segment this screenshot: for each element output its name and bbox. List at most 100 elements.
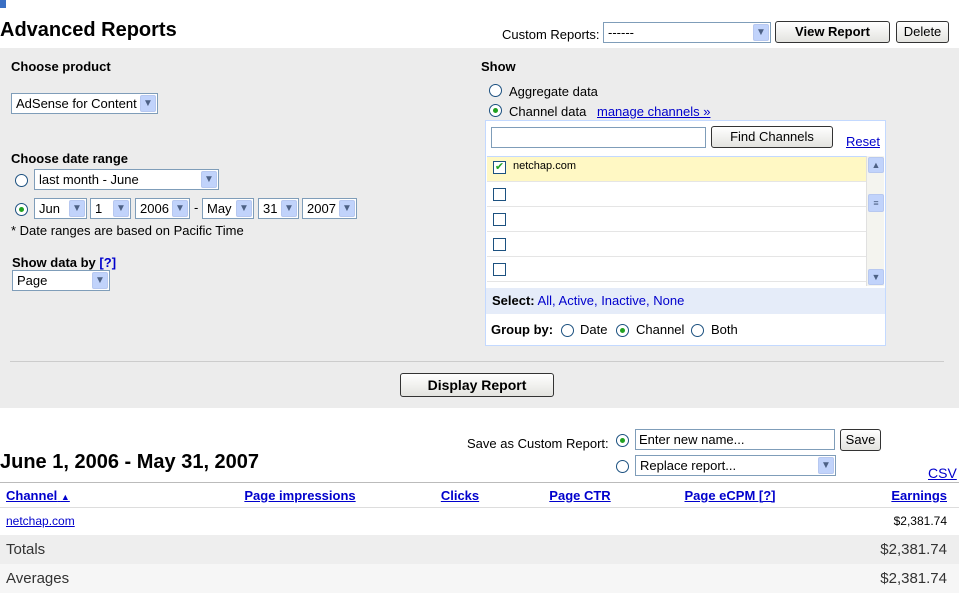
- end-month-value: May: [207, 201, 232, 216]
- custom-reports-select[interactable]: ------ ▼: [603, 22, 771, 43]
- chevron-down-icon: ▼: [113, 200, 129, 217]
- channel-search-input[interactable]: [491, 127, 706, 148]
- preset-date-select[interactable]: last month - June ▼: [34, 169, 219, 190]
- page-ctr-column-header[interactable]: Page CTR: [520, 482, 640, 508]
- report-date-range-title: June 1, 2006 - May 31, 2007: [0, 451, 260, 473]
- choose-product-heading: Choose product: [11, 59, 111, 74]
- clicks-column-header[interactable]: Clicks: [400, 482, 520, 508]
- checkbox[interactable]: [493, 263, 506, 276]
- new-report-name-input[interactable]: Enter new name...: [635, 429, 835, 450]
- list-item[interactable]: ✔ netchap.com: [487, 157, 866, 182]
- end-day-value: 31: [263, 201, 278, 216]
- start-month-select[interactable]: Jun ▼: [34, 198, 87, 219]
- chevron-down-icon: ▼: [753, 24, 769, 41]
- channel-data-radio[interactable]: [489, 104, 502, 117]
- show-heading: Show: [481, 59, 516, 74]
- group-channel-radio[interactable]: [616, 324, 629, 337]
- page-title: Advanced Reports: [0, 19, 177, 41]
- row-earnings: $2,381.74: [893, 514, 947, 529]
- channel-list-scrollbar[interactable]: ▲ ≡ ▼: [866, 156, 884, 286]
- date-range-heading: Choose date range: [11, 151, 129, 166]
- replace-report-value: Replace report...: [640, 458, 737, 473]
- save-new-radio[interactable]: [616, 434, 629, 447]
- table-row: netchap.com $2,381.74: [0, 508, 959, 535]
- end-month-select[interactable]: May ▼: [202, 198, 254, 219]
- group-date-label: Date: [580, 322, 608, 337]
- save-custom-report-label: Save as Custom Report:: [467, 436, 609, 451]
- end-day-select[interactable]: 31 ▼: [258, 198, 299, 219]
- list-item[interactable]: [487, 182, 866, 207]
- scroll-up-icon[interactable]: ▲: [868, 157, 884, 173]
- display-report-button[interactable]: Display Report: [400, 373, 554, 397]
- product-select[interactable]: AdSense for Content ▼: [11, 93, 158, 114]
- aggregate-data-label: Aggregate data: [509, 84, 598, 99]
- chevron-down-icon: ▼: [69, 200, 85, 217]
- page-impressions-column-header[interactable]: Page impressions: [200, 482, 400, 508]
- reset-link[interactable]: Reset: [846, 134, 880, 149]
- date-separator: -: [194, 200, 199, 215]
- checkbox[interactable]: [493, 188, 506, 201]
- show-data-by-select[interactable]: Page ▼: [12, 270, 110, 291]
- earnings-column-header[interactable]: Earnings: [820, 482, 959, 508]
- find-channels-button[interactable]: Find Channels: [711, 126, 833, 148]
- start-year-value: 2006: [140, 201, 169, 216]
- chevron-down-icon: ▼: [140, 95, 156, 112]
- group-channel-label: Channel: [636, 322, 685, 337]
- list-item[interactable]: [487, 207, 866, 232]
- product-value: AdSense for Content: [16, 96, 137, 111]
- csv-export-link[interactable]: CSV: [928, 465, 957, 481]
- select-bar: Select: All, Active, Inactive, None: [486, 288, 885, 314]
- save-button[interactable]: Save: [840, 429, 881, 451]
- custom-reports-value: ------: [608, 25, 634, 40]
- start-day-value: 1: [95, 201, 103, 216]
- start-month-value: Jun: [39, 201, 60, 216]
- group-date-radio[interactable]: [561, 324, 574, 337]
- date-range-note: * Date ranges are based on Pacific Time: [11, 223, 244, 238]
- channel-link[interactable]: netchap.com: [6, 514, 75, 528]
- start-day-select[interactable]: 1 ▼: [90, 198, 131, 219]
- show-data-by-label: Show data by: [12, 255, 96, 270]
- averages-label: Averages: [0, 563, 200, 593]
- chevron-down-icon: ▼: [172, 200, 188, 217]
- list-item[interactable]: [487, 232, 866, 257]
- replace-report-select[interactable]: Replace report... ▼: [635, 455, 836, 476]
- show-data-by-help-link[interactable]: [?]: [99, 255, 116, 270]
- end-year-select[interactable]: 2007 ▼: [302, 198, 357, 219]
- select-inactive-link[interactable]: Inactive: [601, 293, 646, 308]
- delete-button[interactable]: Delete: [896, 21, 949, 43]
- averages-earnings: $2,381.74: [820, 563, 959, 593]
- chevron-down-icon: ▼: [818, 457, 834, 474]
- scroll-down-icon[interactable]: ▼: [868, 269, 884, 285]
- divider: [10, 361, 944, 362]
- select-none-link[interactable]: None: [653, 293, 684, 308]
- channel-list: ✔ netchap.com: [487, 156, 866, 286]
- checkbox[interactable]: [493, 213, 506, 226]
- checkbox[interactable]: [493, 238, 506, 251]
- manage-channels-link[interactable]: manage channels »: [597, 104, 710, 119]
- preset-date-radio[interactable]: [15, 174, 28, 187]
- select-all-link[interactable]: All: [538, 293, 552, 308]
- checkbox-checked[interactable]: ✔: [493, 161, 506, 174]
- chevron-down-icon: ▼: [281, 200, 297, 217]
- page-ecpm-column-header[interactable]: Page eCPM [?]: [640, 482, 820, 508]
- channel-column-header[interactable]: Channel ▲: [0, 482, 200, 508]
- scroll-thumb[interactable]: ≡: [868, 194, 884, 212]
- custom-date-radio[interactable]: [15, 203, 28, 216]
- group-by-row: Group by: Date Channel Both: [486, 316, 885, 344]
- select-active-link[interactable]: Active: [559, 293, 594, 308]
- new-report-name-placeholder: Enter new name...: [639, 432, 745, 447]
- group-both-label: Both: [711, 322, 738, 337]
- aggregate-data-radio[interactable]: [489, 84, 502, 97]
- chevron-down-icon: ▼: [92, 272, 108, 289]
- replace-report-radio[interactable]: [616, 460, 629, 473]
- group-both-radio[interactable]: [691, 324, 704, 337]
- preset-date-value: last month - June: [39, 172, 139, 187]
- averages-row: Averages $2,381.74: [0, 563, 959, 593]
- view-report-button[interactable]: View Report: [775, 21, 890, 43]
- totals-label: Totals: [0, 534, 200, 564]
- sort-ascending-icon: ▲: [60, 491, 70, 502]
- channel-data-label: Channel data: [509, 104, 587, 119]
- start-year-select[interactable]: 2006 ▼: [135, 198, 190, 219]
- chevron-down-icon: ▼: [339, 200, 355, 217]
- list-item[interactable]: [487, 257, 866, 282]
